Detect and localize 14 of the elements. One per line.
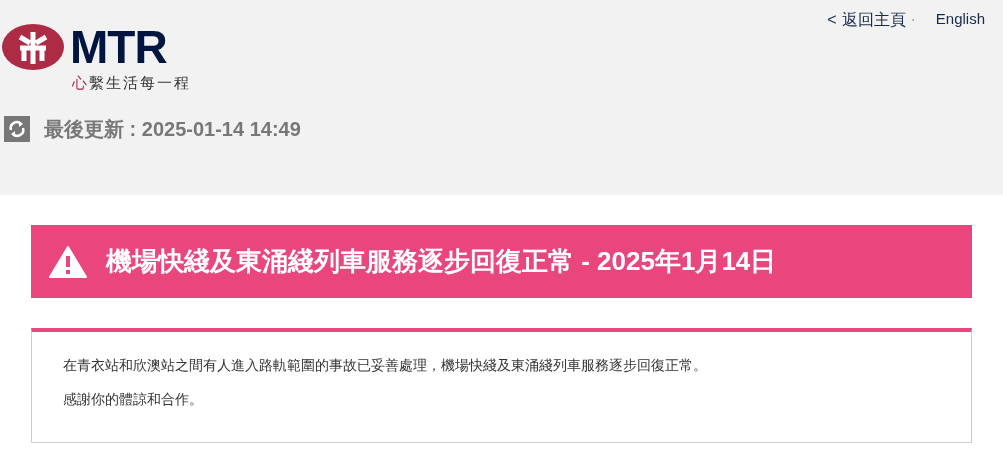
slogan-accent: 心 [72,74,89,92]
slogan: 繫生活每一程 [89,74,191,92]
language-link[interactable]: English [935,8,985,31]
warning-icon [49,244,87,279]
logo-wordmark: MTR [70,22,167,72]
message-text: 在青衣站和欣澳站之間有人進入路軌範圍的事故已妥善處理，機場快綫及東涌綫列車服務逐步回復正常。 [63,356,708,374]
last-updated: 最後更新 : 2025-01-14 14:49 [44,117,301,142]
refresh-icon [4,116,30,142]
alert-title: 機場快綫及東涌綫列車服務逐步回復正常 - 2025年1月14日 [106,245,777,278]
back-link[interactable]: < 返回主頁 [827,8,907,32]
back-arrow: < [827,10,837,30]
separator: · [910,10,916,30]
message-text: 感謝你的體諒和合作。 [63,390,204,408]
logo-icon [2,24,64,70]
